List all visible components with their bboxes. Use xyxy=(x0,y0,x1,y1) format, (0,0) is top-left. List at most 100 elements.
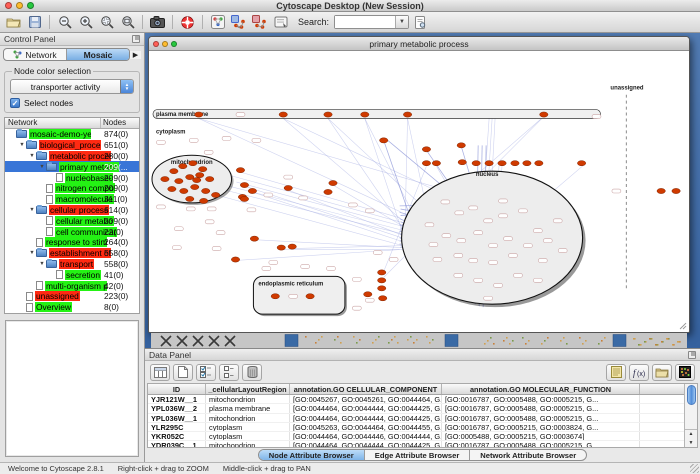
tree-column-nodes[interactable]: Nodes xyxy=(101,118,139,128)
delete-attribute-button[interactable] xyxy=(242,364,262,381)
annotation-button[interactable] xyxy=(208,14,227,31)
zoom-out-button[interactable] xyxy=(55,14,74,31)
tree-item-label: transport xyxy=(59,259,94,269)
table-cell: [GO:0016787, GO:0005488, GO:0005215, G..… xyxy=(442,441,640,447)
expand-arrow-icon[interactable]: ▼ xyxy=(28,207,36,213)
tree-row[interactable]: nitrogen compo209(0) xyxy=(5,183,139,194)
tree-row[interactable]: multi-organism pro42(0) xyxy=(5,280,139,291)
table-cell: [GO:0016787, GO:0005488, GO:0005215, G..… xyxy=(442,395,640,403)
table-row[interactable]: YLR295Ccytoplasm[GO:0045263, GO:0044464,… xyxy=(148,423,684,432)
table-row[interactable]: YPL036W__1mitochondrion[GO:0044464, GO:0… xyxy=(148,414,684,423)
tree-row[interactable]: macromolecule311(0) xyxy=(5,194,139,205)
tree-row[interactable]: ▼metabolic process280(0) xyxy=(5,151,139,162)
tab-mosaic[interactable]: Mosaic xyxy=(67,49,129,60)
manage-networks-button[interactable] xyxy=(271,14,290,31)
table-column-header[interactable]: annotation.GO MOLECULAR_FUNCTION xyxy=(442,384,640,394)
tree-row[interactable]: ▼establishment of lo558(0) xyxy=(5,248,139,259)
expand-arrow-icon[interactable]: ▼ xyxy=(38,261,46,267)
network-view-window[interactable]: primary metabolic process plasma membran… xyxy=(148,36,690,333)
network-tree: Network Nodes mosaic-demo-yeast874(0)▼bi… xyxy=(4,117,140,314)
tab-network-attribute-browser[interactable]: Network Attribute Browser xyxy=(470,450,586,460)
birds-eye-view[interactable] xyxy=(5,320,139,457)
tree-column-network[interactable]: Network xyxy=(5,118,101,128)
float-data-panel-icon[interactable] xyxy=(688,351,696,359)
checkbox-check-icon: ✓ xyxy=(10,98,20,108)
control-panel-title: Control Panel xyxy=(4,34,56,44)
search-options-button[interactable] xyxy=(411,14,430,31)
zoom-fit-button[interactable] xyxy=(118,14,137,31)
tree-row[interactable]: ▼biological_process651(0) xyxy=(5,140,139,151)
table-row[interactable]: YJR121W__1mitochondrion[GO:0045267, GO:0… xyxy=(148,395,684,404)
window-resize-grip[interactable] xyxy=(690,464,699,473)
select-attributes-button[interactable] xyxy=(150,364,170,381)
help-button[interactable] xyxy=(178,14,197,31)
scrollbar-thumb[interactable] xyxy=(687,385,696,405)
folder-icon xyxy=(16,130,27,138)
canvas-resize-grip[interactable] xyxy=(680,323,686,329)
tree-row[interactable]: ▼transport558(0) xyxy=(5,259,139,270)
search-dropdown-button[interactable]: ▼ xyxy=(395,16,408,28)
network-file-icon xyxy=(46,184,53,193)
tree-row[interactable]: ▼primary metabo209(... xyxy=(5,161,139,172)
table-row[interactable]: YDR039C__1mitochondrion[GO:0044464, GO:0… xyxy=(148,441,684,447)
create-attribute-button[interactable] xyxy=(173,364,193,381)
scrollbar-arrows[interactable]: ▲▼ xyxy=(685,429,697,447)
notes-icon[interactable] xyxy=(606,364,626,381)
table-row[interactable]: YPL036W__2plasma membrane[GO:0044464, GO… xyxy=(148,404,684,413)
tree-row[interactable]: mosaic-demo-yeast874(0) xyxy=(5,129,139,140)
table-column-header[interactable]: annotation.GO CELLULAR_COMPONENT xyxy=(290,384,442,394)
fx-icon[interactable]: f(x) xyxy=(629,364,649,381)
tree-row[interactable]: response to stimul264(0) xyxy=(5,237,139,248)
open-session-button[interactable] xyxy=(4,14,23,31)
float-panel-icon[interactable] xyxy=(132,35,140,43)
tab-edge-attribute-browser[interactable]: Edge Attribute Browser xyxy=(365,450,471,460)
attribute-checklist-button[interactable] xyxy=(196,364,216,381)
import-folder-icon[interactable] xyxy=(652,364,672,381)
window-titlebar: Cytoscape Desktop (New Session) xyxy=(0,0,700,12)
status-pan-hint: Middle-click + drag to PAN xyxy=(223,464,311,473)
table-cell: mitochondrion xyxy=(206,395,290,403)
expand-arrow-icon[interactable]: ▼ xyxy=(38,164,46,170)
tree-row[interactable]: unassigned223(0) xyxy=(5,291,139,302)
tree-row[interactable]: ▼cellular process614(0) xyxy=(5,205,139,216)
tree-item-node-count: 41(0) xyxy=(104,270,124,280)
attribute-table: ID_cellularLayoutRegionannotation.GO CEL… xyxy=(147,383,698,448)
expand-arrow-icon[interactable]: ▼ xyxy=(28,250,36,256)
tab-node-attribute-browser[interactable]: Node Attribute Browser xyxy=(259,450,365,460)
tree-row[interactable]: cellular metabo209(0) xyxy=(5,215,139,226)
tab-network[interactable]: Network xyxy=(4,49,67,60)
zoom-selected-button[interactable] xyxy=(97,14,116,31)
network-canvas[interactable]: plasma membrane cytoplasm mitochondrion … xyxy=(149,51,689,332)
search-input[interactable] xyxy=(335,16,395,28)
search-combo: ▼ xyxy=(334,15,409,29)
network-tab-icon xyxy=(13,50,22,59)
save-session-button[interactable] xyxy=(25,14,44,31)
table-column-header[interactable]: _cellularLayoutRegion xyxy=(206,384,290,394)
attribute-list-button[interactable] xyxy=(219,364,239,381)
zoom-in-button[interactable] xyxy=(76,14,95,31)
nucleus-label: nucleus xyxy=(476,172,499,178)
tree-row[interactable]: nucleobase-209(0) xyxy=(5,172,139,183)
expand-arrow-icon[interactable]: ▼ xyxy=(18,142,26,148)
table-cell: [GO:0016787, GO:0005215, GO:0003824, G..… xyxy=(442,423,640,431)
heatmap-icon[interactable] xyxy=(675,364,695,381)
expand-arrow-icon[interactable]: ▼ xyxy=(28,153,36,159)
node-color-dropdown[interactable]: transporter activity ▲▼ xyxy=(10,79,134,94)
table-row[interactable]: YKR052Ccytoplasm[GO:0044464, GO:0044446,… xyxy=(148,432,684,441)
toolbar-separator xyxy=(172,15,173,29)
table-column-header[interactable]: ID xyxy=(148,384,206,394)
filter-button[interactable] xyxy=(250,14,269,31)
network-file-icon xyxy=(56,173,63,182)
tree-item-label: Overview xyxy=(35,302,72,312)
tab-overflow-button[interactable]: ▶ xyxy=(130,51,141,59)
select-nodes-checkbox[interactable]: ✓ Select nodes xyxy=(10,98,134,108)
table-scrollbar[interactable]: ▲▼ xyxy=(684,384,697,447)
tree-row[interactable]: Overview8(0) xyxy=(5,302,139,313)
vizmapper-button[interactable] xyxy=(229,14,248,31)
network-file-icon xyxy=(46,227,53,236)
node-color-dropdown-value: transporter activity xyxy=(11,82,120,92)
tree-row[interactable]: secretion41(0) xyxy=(5,269,139,280)
snapshot-button[interactable] xyxy=(148,14,167,31)
tree-item-node-count: 209(0) xyxy=(104,173,128,183)
tree-row[interactable]: cell communicat22(0) xyxy=(5,226,139,237)
